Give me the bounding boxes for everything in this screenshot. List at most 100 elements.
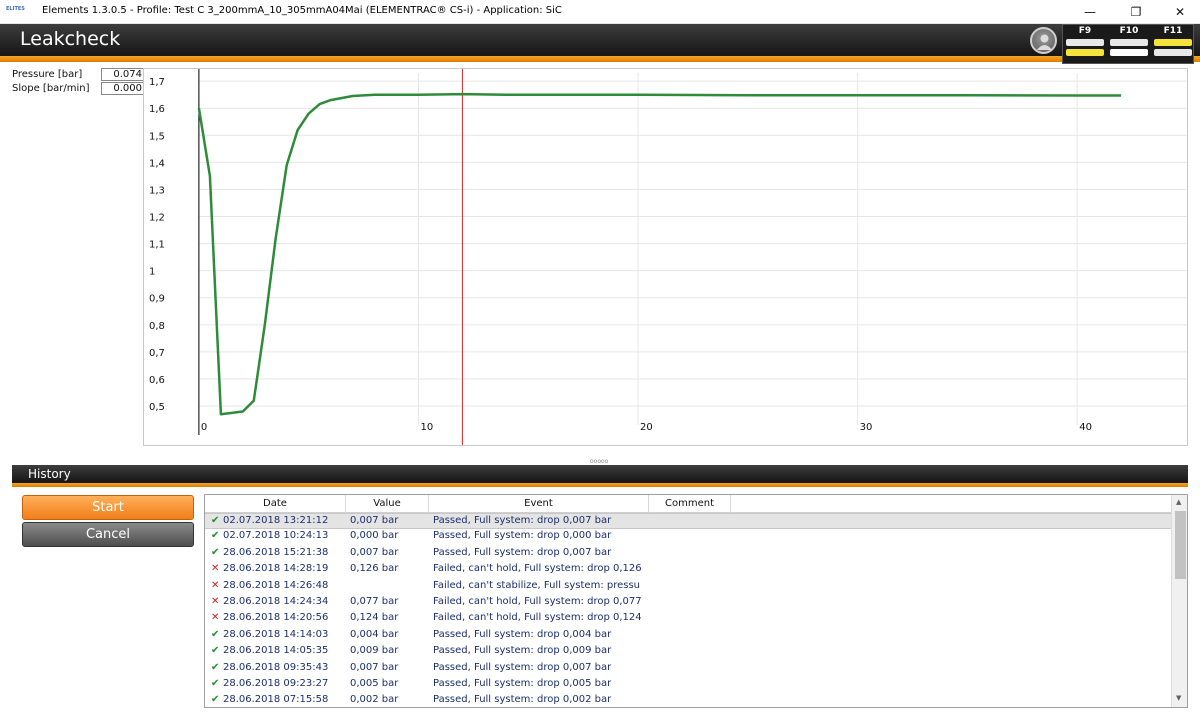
fkey-f11-label: F11 (1163, 26, 1183, 36)
cell-event: Failed, can't hold, Full system: drop 0,… (433, 595, 642, 607)
history-accent-stripe (12, 483, 1188, 487)
cell-date-text: 28.06.2018 09:35:43 (223, 661, 329, 673)
column-header-value[interactable]: Value (346, 495, 429, 513)
check-icon: ✔ (211, 546, 220, 558)
fkey-f10-indicator-top (1110, 39, 1148, 46)
table-row[interactable]: ✔ 02.07.2018 10:24:13 0,000 bar Passed, Ful… (205, 529, 1171, 545)
header-accent-stripe (0, 56, 1200, 62)
cell-event: Passed, Full system: drop 0,007 bar (433, 515, 612, 526)
pressure-series-line (197, 92, 1122, 416)
table-row[interactable]: ✕ 28.06.2018 14:26:48 Failed, can't stabil… (205, 579, 1171, 595)
pressure-chart[interactable]: 1,7 1,6 1,5 1,4 1,3 1,2 1,1 1 0,9 0,8 0,7 0,6 0,5 0 10… (143, 68, 1188, 446)
cell-event: Passed, Full system: drop 0,004 bar (433, 628, 612, 640)
cell-event: Passed, Full system: drop 0,009 bar (433, 645, 612, 657)
y-tick-label: 1,1 (149, 240, 165, 251)
history-header: History (12, 465, 1188, 483)
x-tick-label: 20 (640, 422, 653, 433)
pressure-chart-canvas: 1,7 1,6 1,5 1,4 1,3 1,2 1,1 1 0,9 0,8 0,7 0,6 0,5 0 10… (149, 69, 1187, 445)
y-tick-label: 1,7 (149, 77, 165, 88)
y-tick-label: 1,6 (149, 104, 165, 115)
y-tick-label: 0,6 (149, 375, 165, 386)
y-tick-label: 1,5 (149, 131, 165, 142)
cell-date: ✔ 02.07.2018 10:24:13 (211, 530, 347, 541)
cell-event: Failed, can't hold, Full system: drop 0,… (433, 563, 642, 575)
table-row[interactable]: ✔ 28.06.2018 09:23:27 0,005 bar Passed, Ful… (205, 677, 1171, 693)
cell-event: Failed, can't hold, Full system: drop 0,… (433, 612, 642, 624)
x-tick-label: 30 (860, 422, 873, 433)
x-tick-label: 10 (420, 422, 433, 433)
cell-date: ✔ 28.06.2018 14:14:03 (211, 629, 347, 640)
fkey-f9-indicator-top (1066, 39, 1104, 46)
user-avatar[interactable] (1030, 27, 1057, 54)
cell-event: Passed, Full system: drop 0,007 bar (433, 546, 612, 558)
cell-date: ✕ 28.06.2018 14:28:19 (211, 563, 347, 574)
history-scrollbar[interactable]: ▲ ▼ (1171, 495, 1187, 707)
cell-date: ✔ 28.06.2018 09:35:43 (211, 662, 347, 673)
cell-date-text: 28.06.2018 09:23:27 (223, 677, 329, 689)
table-row[interactable]: ✕ 28.06.2018 14:28:19 0,126 bar Failed, can… (205, 562, 1171, 578)
cell-value: 0,124 bar (350, 612, 399, 624)
restore-button[interactable]: ❐ (1114, 0, 1158, 24)
cell-value: 0,077 bar (350, 595, 399, 607)
history-table[interactable]: Date Value Event Comment ✔ 02.07.2018 13:… (204, 494, 1188, 708)
cell-event: Passed, Full system: drop 0,005 bar (433, 677, 612, 689)
table-row[interactable]: ✕ 28.06.2018 14:20:56 0,124 bar Failed, can… (205, 611, 1171, 627)
cell-date-text: 28.06.2018 07:15:58 (223, 694, 329, 706)
fkey-f9[interactable]: F9 (1063, 25, 1107, 65)
column-header-comment[interactable]: Comment (649, 495, 731, 513)
scroll-down-icon[interactable]: ▼ (1176, 694, 1181, 702)
pressure-label: Pressure [bar] (12, 69, 83, 80)
cell-value: 0,000 bar (350, 530, 399, 542)
cell-value: 0,007 bar (350, 515, 399, 526)
fkey-f10-indicator-bottom (1110, 49, 1148, 56)
table-row[interactable]: ✔ 02.07.2018 13:21:12 0,007 bar Passed, Ful… (205, 513, 1171, 530)
cell-value: 0,005 bar (350, 677, 399, 689)
cell-date: ✔ 28.06.2018 07:15:58 (211, 694, 347, 705)
column-header-event[interactable]: Event (429, 495, 649, 513)
y-tick-label: 1,2 (149, 213, 165, 224)
cell-date: ✔ 02.07.2018 13:21:12 (211, 515, 347, 526)
cell-date: ✕ 28.06.2018 14:24:34 (211, 596, 347, 607)
y-tick-label: 1,4 (149, 158, 165, 169)
fkey-f10[interactable]: F10 (1107, 25, 1151, 65)
cell-date: ✕ 28.06.2018 14:26:48 (211, 580, 347, 591)
pressure-readout: Pressure [bar] 0.074 (12, 68, 145, 82)
scrollbar-thumb[interactable] (1175, 511, 1186, 579)
column-header-date[interactable]: Date (205, 495, 346, 513)
user-icon (1037, 34, 1052, 50)
cell-date: ✔ 28.06.2018 09:23:27 (211, 678, 347, 689)
cell-value: 0,009 bar (350, 645, 399, 657)
cell-date-text: 28.06.2018 15:21:38 (223, 546, 329, 558)
slope-value: 0.000 (101, 82, 145, 95)
fkey-f11[interactable]: F11 (1151, 25, 1195, 65)
cell-date-text: 28.06.2018 14:28:19 (223, 563, 329, 575)
minimize-button[interactable]: — (1068, 0, 1112, 24)
check-icon: ✔ (211, 515, 220, 526)
slope-readout: Slope [bar/min] 0.000 (12, 82, 145, 96)
fkey-f9-indicator-bottom (1066, 49, 1104, 56)
panel-splitter-handle[interactable]: ooooo (590, 458, 608, 465)
table-row[interactable]: ✕ 28.06.2018 14:24:34 0,077 bar Failed, can… (205, 595, 1171, 611)
x-tick-label: 40 (1079, 422, 1092, 433)
scroll-up-icon[interactable]: ▲ (1176, 498, 1181, 506)
table-row[interactable]: ✔ 28.06.2018 14:05:35 0,009 bar Passed, Ful… (205, 644, 1171, 660)
table-row[interactable]: ✔ 28.06.2018 07:15:58 0,002 bar Passed, Ful… (205, 693, 1171, 707)
table-row[interactable]: ✔ 28.06.2018 14:14:03 0,004 bar Passed, Ful… (205, 628, 1171, 644)
cell-value: 0,004 bar (350, 628, 399, 640)
app-logo-icon: ELITES (6, 6, 25, 12)
close-button[interactable]: ✕ (1158, 0, 1200, 24)
cross-icon: ✕ (211, 595, 220, 607)
check-icon: ✔ (211, 661, 220, 673)
fkey-f9-label: F9 (1078, 26, 1092, 36)
table-row[interactable]: ✔ 28.06.2018 09:35:43 0,007 bar Passed, Ful… (205, 661, 1171, 677)
start-button[interactable]: Start (22, 495, 194, 520)
table-row[interactable]: ✔ 28.06.2018 15:21:38 0,007 bar Passed, Ful… (205, 546, 1171, 562)
page-title: Leakcheck (20, 28, 121, 50)
cell-value: 0,126 bar (350, 563, 399, 575)
window-titlebar: ELITES Elements 1.3.0.5 - Profile: Test … (0, 0, 1200, 24)
cancel-button[interactable]: Cancel (22, 522, 194, 547)
check-icon: ✔ (211, 677, 220, 689)
cell-event: Passed, Full system: drop 0,002 bar (433, 694, 612, 706)
measurement-readouts: Pressure [bar] 0.074 Slope [bar/min] 0.0… (12, 68, 145, 96)
cell-date: ✔ 28.06.2018 15:21:38 (211, 547, 347, 558)
